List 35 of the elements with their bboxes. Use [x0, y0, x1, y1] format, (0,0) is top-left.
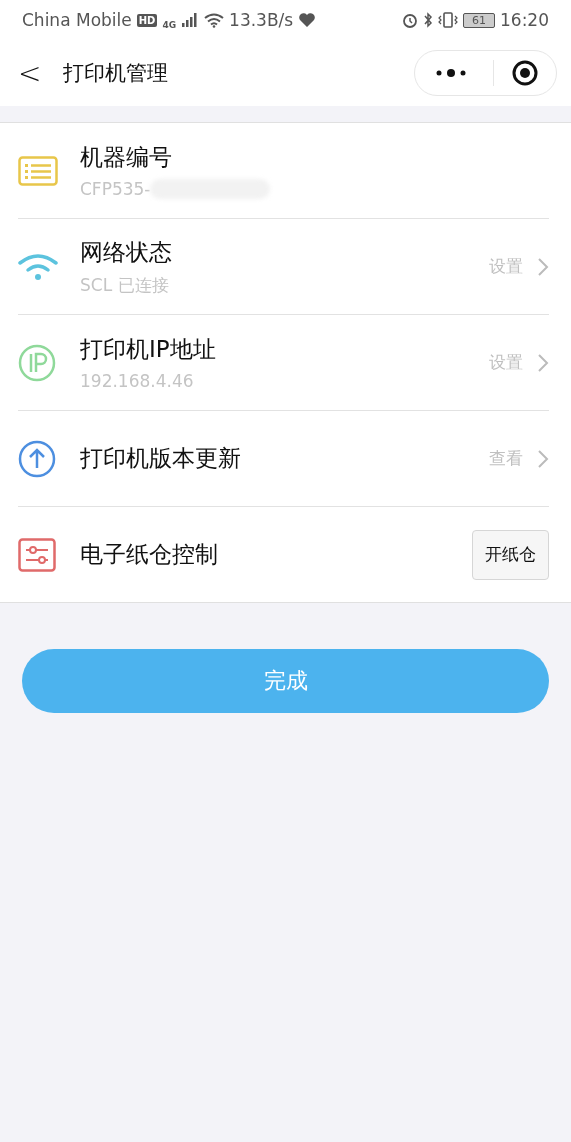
row-subtitle: 192.168.4.46: [80, 371, 194, 391]
wifi-icon: [204, 12, 225, 28]
vibrate-icon: [438, 12, 458, 28]
done-button[interactable]: 完成: [22, 649, 549, 713]
clock-time: 16:20: [500, 10, 549, 30]
row-action-link[interactable]: 设置: [489, 351, 523, 374]
alarm-icon: [402, 12, 418, 28]
row-title: 电子纸仓控制: [80, 540, 219, 569]
chevron-right-icon[interactable]: [537, 352, 549, 373]
row-action-link[interactable]: 查看: [489, 447, 523, 470]
battery-indicator: 61: [463, 12, 495, 28]
carrier-name: China Mobile: [22, 10, 132, 30]
chevron-right-icon[interactable]: [537, 256, 549, 277]
sliders-icon: [18, 537, 56, 572]
ip-icon: [18, 343, 56, 382]
chevron-right-icon[interactable]: [537, 448, 549, 469]
more-icon[interactable]: [435, 68, 467, 78]
network-type: 4G: [162, 20, 177, 30]
row-title: 打印机版本更新: [80, 444, 242, 473]
bluetooth-icon: [423, 12, 433, 28]
row-title: 打印机IP地址: [80, 335, 217, 364]
row-title: 机器编号: [80, 143, 173, 172]
row-title: 网络状态: [80, 237, 173, 267]
open-tray-button[interactable]: 开纸仓: [472, 529, 549, 580]
row-subtitle: SCL 已连接: [80, 273, 169, 297]
list-card-icon: [18, 155, 58, 186]
back-button[interactable]: <: [12, 56, 48, 90]
row-action-link[interactable]: 设置: [489, 255, 523, 278]
wifi-icon: [18, 252, 58, 281]
network-speed: 13.3B/s: [229, 10, 294, 30]
heart-icon: [298, 12, 317, 28]
hd-badge: HD: [136, 13, 158, 27]
signal-icon: [181, 13, 200, 27]
page-title: 打印机管理: [63, 60, 170, 87]
row-subtitle: CFP535-: [80, 179, 151, 199]
